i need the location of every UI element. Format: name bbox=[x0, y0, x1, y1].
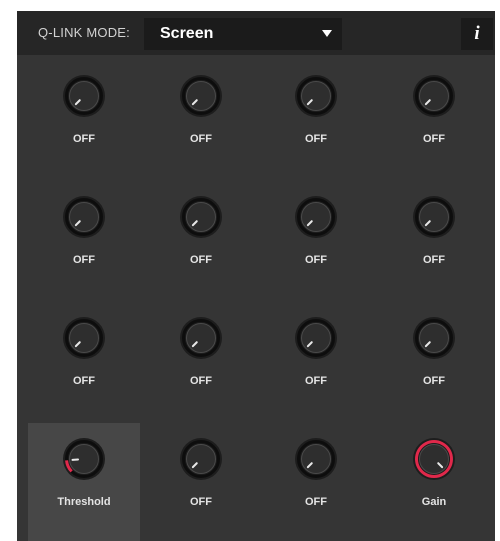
qlink-knob-cell[interactable]: OFF bbox=[28, 302, 140, 420]
knob-dial-icon[interactable] bbox=[294, 195, 338, 239]
qlink-mode-label: Q-LINK MODE: bbox=[38, 25, 130, 40]
qlink-knob-cell[interactable]: OFF bbox=[260, 423, 372, 541]
knob-label: Gain bbox=[421, 496, 447, 508]
qlink-knob-cell[interactable]: OFF bbox=[260, 302, 372, 420]
knob-dial-icon[interactable] bbox=[294, 316, 338, 360]
knob-dial-icon[interactable] bbox=[62, 195, 106, 239]
knob-label: OFF bbox=[305, 254, 327, 266]
knob-dial-icon[interactable] bbox=[62, 316, 106, 360]
knob-label: OFF bbox=[190, 496, 212, 508]
knob-label: OFF bbox=[305, 375, 327, 387]
knob-label: Threshold bbox=[57, 496, 111, 508]
knob-dial-icon[interactable] bbox=[179, 195, 223, 239]
qlink-knob-cell[interactable]: OFF bbox=[145, 423, 257, 541]
qlink-knob-cell[interactable]: OFF bbox=[260, 60, 372, 178]
knob-dial-icon[interactable] bbox=[412, 437, 456, 481]
knob-label: OFF bbox=[190, 254, 212, 266]
qlink-knob-cell[interactable]: OFF bbox=[378, 60, 490, 178]
knob-label: OFF bbox=[190, 133, 212, 145]
qlink-mode-value: Screen bbox=[160, 25, 214, 42]
knob-label: OFF bbox=[73, 133, 95, 145]
knob-label: OFF bbox=[423, 375, 445, 387]
info-icon: i bbox=[474, 23, 480, 44]
caret-down-icon bbox=[322, 30, 332, 37]
qlink-panel: Q-LINK MODE: Screen i OFF OFF OFF OFF OFF OFF… bbox=[17, 11, 495, 541]
knob-dial-icon[interactable] bbox=[179, 316, 223, 360]
knob-dial-icon[interactable] bbox=[412, 195, 456, 239]
qlink-knob-cell[interactable]: OFF bbox=[260, 181, 372, 299]
qlink-header: Q-LINK MODE: Screen i bbox=[17, 11, 495, 55]
knob-dial-icon[interactable] bbox=[62, 74, 106, 118]
knob-dial-icon[interactable] bbox=[294, 74, 338, 118]
knob-label: OFF bbox=[305, 133, 327, 145]
qlink-knob-cell[interactable]: OFF bbox=[145, 302, 257, 420]
qlink-knob-cell[interactable]: Gain bbox=[378, 423, 490, 541]
knob-label: OFF bbox=[73, 375, 95, 387]
knob-label: OFF bbox=[73, 254, 95, 266]
knob-dial-icon[interactable] bbox=[179, 74, 223, 118]
knob-dial-icon[interactable] bbox=[62, 437, 106, 481]
knob-dial-icon[interactable] bbox=[179, 437, 223, 481]
knob-dial-icon[interactable] bbox=[294, 437, 338, 481]
knob-label: OFF bbox=[305, 496, 327, 508]
knob-dial-icon[interactable] bbox=[412, 316, 456, 360]
qlink-knob-cell[interactable]: OFF bbox=[378, 181, 490, 299]
qlink-knob-cell[interactable]: OFF bbox=[145, 60, 257, 178]
qlink-knob-cell[interactable]: OFF bbox=[378, 302, 490, 420]
qlink-knob-cell[interactable]: OFF bbox=[28, 181, 140, 299]
knob-label: OFF bbox=[423, 254, 445, 266]
qlink-mode-dropdown[interactable]: Screen bbox=[144, 18, 342, 50]
knob-dial-icon[interactable] bbox=[412, 74, 456, 118]
qlink-knob-cell[interactable]: OFF bbox=[145, 181, 257, 299]
info-button[interactable]: i bbox=[461, 18, 493, 50]
qlink-knob-cell[interactable]: Threshold bbox=[28, 423, 140, 541]
knob-label: OFF bbox=[423, 133, 445, 145]
knob-label: OFF bbox=[190, 375, 212, 387]
qlink-knob-cell[interactable]: OFF bbox=[28, 60, 140, 178]
